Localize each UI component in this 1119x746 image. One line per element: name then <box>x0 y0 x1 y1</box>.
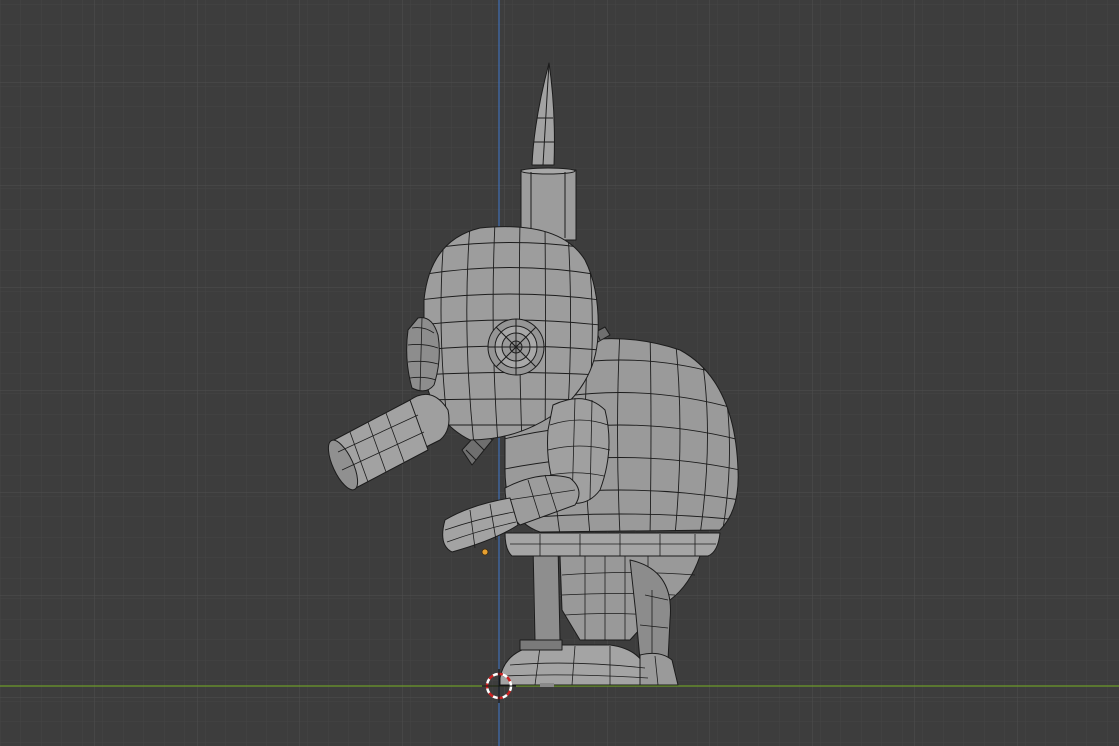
belt[interactable] <box>504 532 721 557</box>
3d-viewport[interactable] <box>0 0 1119 746</box>
foot-laces <box>519 639 563 651</box>
object-origin-dot[interactable] <box>481 548 489 556</box>
cylinder-top <box>520 167 576 175</box>
back-leg[interactable] <box>532 544 561 641</box>
side-eye-lens[interactable] <box>487 318 545 376</box>
ground-marker <box>540 683 554 687</box>
viewport-canvas[interactable] <box>0 0 1119 746</box>
